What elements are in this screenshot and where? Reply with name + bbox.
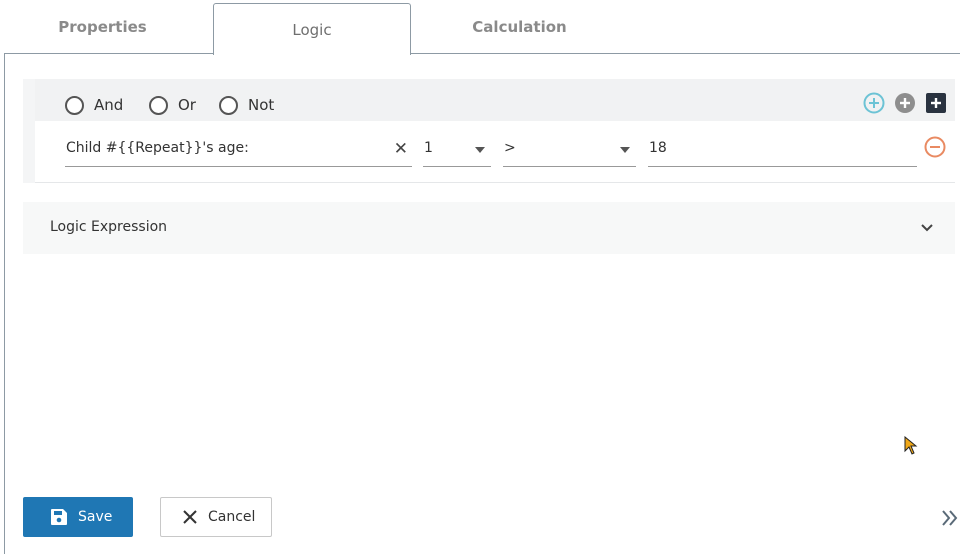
- add-block-icon[interactable]: [926, 93, 946, 113]
- tab-properties-label: Properties: [58, 18, 147, 36]
- instance-select-value: 1: [424, 140, 433, 156]
- remove-condition-icon[interactable]: [924, 136, 946, 158]
- radio-not[interactable]: Not: [219, 93, 274, 117]
- caret-down-icon: [475, 147, 485, 153]
- chevron-down-icon: [921, 224, 933, 232]
- tab-bar: Properties Logic Calculation: [0, 0, 960, 55]
- radio-and-label: And: [94, 96, 124, 114]
- logic-condition-group: And Or Not Child #{{Repeat}}'s age: ✕ 1 …: [23, 79, 955, 183]
- add-condition-icon[interactable]: [863, 92, 885, 114]
- radio-or[interactable]: Or: [149, 93, 196, 117]
- instance-select[interactable]: 1: [423, 134, 491, 167]
- compare-value-text: 18: [649, 140, 667, 156]
- tab-logic-label: Logic: [292, 20, 332, 39]
- operator-select-value: >: [504, 140, 516, 156]
- radio-and[interactable]: And: [65, 93, 123, 117]
- logic-expression-accordion[interactable]: Logic Expression: [23, 202, 955, 254]
- logic-expression-label: Logic Expression: [50, 219, 168, 235]
- close-icon: [183, 510, 197, 524]
- double-chevron-right-icon[interactable]: [941, 508, 959, 528]
- clear-icon[interactable]: ✕: [394, 139, 408, 159]
- compare-value-input[interactable]: 18: [648, 134, 917, 167]
- caret-down-icon: [620, 147, 630, 153]
- save-button-label: Save: [78, 509, 113, 525]
- mouse-cursor-icon: [904, 436, 918, 455]
- save-icon: [51, 509, 67, 525]
- operator-select[interactable]: >: [503, 134, 636, 167]
- tab-calculation[interactable]: Calculation: [421, 0, 618, 54]
- remove-condition-icon[interactable]: [889, 94, 911, 116]
- condition-row: Child #{{Repeat}}'s age: ✕ 1 > 18: [35, 121, 955, 183]
- operator-row: And Or Not: [35, 79, 955, 121]
- radio-not-label: Not: [248, 96, 275, 114]
- radio-and-circle[interactable]: [65, 95, 84, 115]
- radio-not-circle[interactable]: [219, 95, 238, 115]
- radio-or-circle[interactable]: [149, 95, 168, 115]
- cancel-button[interactable]: Cancel: [160, 497, 272, 537]
- save-button[interactable]: Save: [23, 497, 133, 537]
- tab-calculation-label: Calculation: [472, 18, 567, 36]
- cancel-button-label: Cancel: [208, 509, 256, 525]
- radio-or-label: Or: [178, 96, 196, 114]
- question-field-value: Child #{{Repeat}}'s age:: [66, 140, 249, 156]
- tab-logic[interactable]: Logic: [213, 3, 411, 55]
- tab-properties[interactable]: Properties: [4, 0, 201, 54]
- question-field[interactable]: Child #{{Repeat}}'s age: ✕: [65, 134, 412, 167]
